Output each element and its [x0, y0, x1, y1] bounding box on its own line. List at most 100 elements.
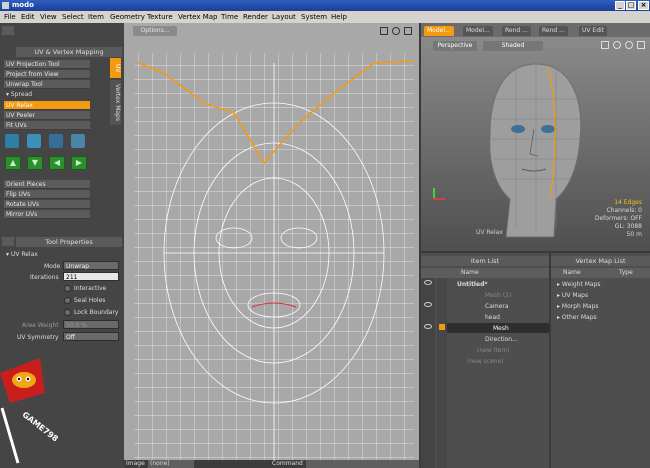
tool-uv-relax[interactable]: UV Relax [4, 101, 90, 110]
window-title: modo [12, 1, 34, 9]
item-row-mesh2[interactable]: Mesh (2) [485, 292, 511, 299]
iterations-label: Iterations [30, 274, 59, 281]
menu-render[interactable]: Render [243, 11, 268, 23]
menu-geometry[interactable]: Geometry [110, 11, 145, 23]
lock-column [437, 278, 447, 468]
command-input[interactable] [306, 460, 419, 468]
close-button[interactable]: × [638, 1, 649, 10]
interactive-label: Interactive [74, 285, 107, 292]
item-row-direction[interactable]: Direction... [485, 336, 518, 343]
tool-project-from-view[interactable]: Project from View [4, 70, 90, 79]
vmap-col-type: Type [619, 269, 633, 276]
vertex-map-list-panel: Vertex Map List Name Type ▸ Weight Maps … [551, 253, 650, 468]
item-row-head[interactable]: head [485, 314, 500, 321]
vmap-row-uv[interactable]: ▸ UV Maps [557, 292, 588, 299]
menu-vertex-map[interactable]: Vertex Map [178, 11, 218, 23]
eye-icon[interactable] [424, 302, 432, 307]
image-select[interactable]: (none) [148, 460, 194, 468]
panel-title: UV & Vertex Mapping [16, 47, 122, 57]
menu-item[interactable]: Item [88, 11, 104, 23]
vmap-row-morph[interactable]: ▸ Morph Maps [557, 303, 599, 310]
item-row-new-item[interactable]: (new item) [477, 347, 510, 354]
col-name: Name [461, 269, 479, 276]
eye-icon[interactable] [424, 324, 432, 329]
menu-view[interactable]: View [40, 11, 57, 23]
menu-select[interactable]: Select [62, 11, 84, 23]
tool-mirror-uvs[interactable]: Mirror UVs [4, 210, 90, 219]
tool-uv-projection[interactable]: UV Projection Tool [4, 60, 90, 69]
seal-holes-checkbox[interactable] [64, 297, 71, 304]
tab-render-1[interactable]: Rend ... [502, 26, 531, 36]
item-row-new-scene[interactable]: (new scene) [467, 358, 504, 365]
perspective-button[interactable]: Perspective [433, 41, 477, 51]
relax-icon[interactable] [5, 134, 19, 148]
props-expand-icon[interactable] [2, 237, 14, 246]
fit-icon[interactable] [380, 27, 388, 35]
tool-unwrap[interactable]: Unwrap Tool [4, 80, 90, 89]
tab-render-2[interactable]: Rend ... [539, 26, 568, 36]
menu-texture[interactable]: Texture [147, 11, 173, 23]
stat-edges: 14 Edges [614, 199, 642, 206]
uv-symmetry-label: UV Symmetry [17, 334, 59, 341]
active-layer-icon[interactable] [439, 324, 445, 330]
tool-rotate-uvs[interactable]: Rotate UVs [4, 200, 90, 209]
uv-viewport[interactable]: Options... [124, 23, 419, 460]
menu-help[interactable]: Help [331, 11, 347, 23]
menu-system[interactable]: System [301, 11, 327, 23]
vmap-row-weight[interactable]: ▸ Weight Maps [557, 281, 601, 288]
tab-uv-edit[interactable]: UV Edit [579, 26, 608, 36]
tab-vertex-maps[interactable]: Vertex Maps [110, 80, 121, 125]
maximize-button[interactable]: □ [626, 1, 636, 10]
shaded-button[interactable]: Shaded [483, 41, 543, 51]
zoom-icon[interactable] [392, 27, 400, 35]
minimize-button[interactable]: _ [615, 1, 625, 10]
tool-uv-peeler[interactable]: UV Peeler [4, 111, 90, 120]
tab-model-2[interactable]: Model... [463, 26, 493, 36]
item-row-mesh[interactable]: Mesh [493, 325, 509, 332]
vmap-list-title: Vertex Map List [551, 256, 650, 266]
move-right-icon[interactable]: ▶ [71, 156, 87, 170]
mode-select[interactable]: Unwrap [63, 261, 119, 270]
tool-flip-uvs[interactable]: Flip UVs [4, 190, 90, 199]
menu-bar: File Edit View Select Item Geometry Text… [0, 11, 650, 23]
vmap-row-other[interactable]: ▸ Other Maps [557, 314, 597, 321]
uv-symmetry-select[interactable]: Off [63, 332, 119, 341]
stat-channels: Channels: 0 [606, 207, 642, 214]
props-tool-label: ▾ UV Relax [6, 251, 38, 258]
lock-boundary-checkbox[interactable] [64, 309, 71, 316]
item-row-camera[interactable]: Camera [485, 303, 509, 310]
item-list-header: Name [421, 268, 549, 278]
item-row-scene[interactable]: Untitled* [457, 281, 488, 288]
peel-icon[interactable] [27, 134, 41, 148]
options-button[interactable]: Options... [133, 26, 177, 36]
figure-icon[interactable] [49, 134, 63, 148]
area-weight-input[interactable]: 50.0 % [63, 320, 119, 329]
box-icon[interactable] [71, 134, 85, 148]
menu-file[interactable]: File [4, 11, 16, 23]
tool-fit-uvs[interactable]: Fit UVs [4, 121, 90, 130]
menu-edit[interactable]: Edit [21, 11, 35, 23]
menu-time[interactable]: Time [221, 11, 238, 23]
panel-expand-icon[interactable] [2, 26, 14, 35]
move-down-icon[interactable]: ▼ [27, 156, 43, 170]
move-up-icon[interactable]: ▲ [5, 156, 21, 170]
move-view-icon[interactable] [601, 41, 609, 49]
tab-uv[interactable]: UV [110, 58, 121, 78]
rotate-view-icon[interactable] [613, 41, 621, 49]
maximize-view-icon[interactable] [404, 27, 412, 35]
zoom-view-icon[interactable] [625, 41, 633, 49]
left-panel: UV & Vertex Mapping UV Projection Tool P… [0, 23, 124, 468]
maximize-model-icon[interactable] [637, 41, 645, 49]
move-left-icon[interactable]: ◀ [49, 156, 65, 170]
stat-deformers: Deformers: OFF [594, 215, 642, 222]
model-viewport[interactable]: Model... Model... Rend ... Rend ... UV E… [421, 23, 650, 251]
eye-icon[interactable] [424, 280, 432, 285]
menu-layout[interactable]: Layout [272, 11, 296, 23]
stats-panel: 14 Edges Channels: 0 Deformers: OFF GL: … [595, 199, 642, 239]
tab-model-1[interactable]: Model... [424, 26, 454, 36]
iterations-input[interactable]: 211 [63, 272, 119, 281]
interactive-checkbox[interactable] [64, 285, 71, 292]
vmap-list-header: Name Type [551, 268, 650, 278]
tool-orient-pieces[interactable]: Orient Pieces [4, 180, 90, 189]
spread-label: ▾ Spread [6, 91, 33, 98]
